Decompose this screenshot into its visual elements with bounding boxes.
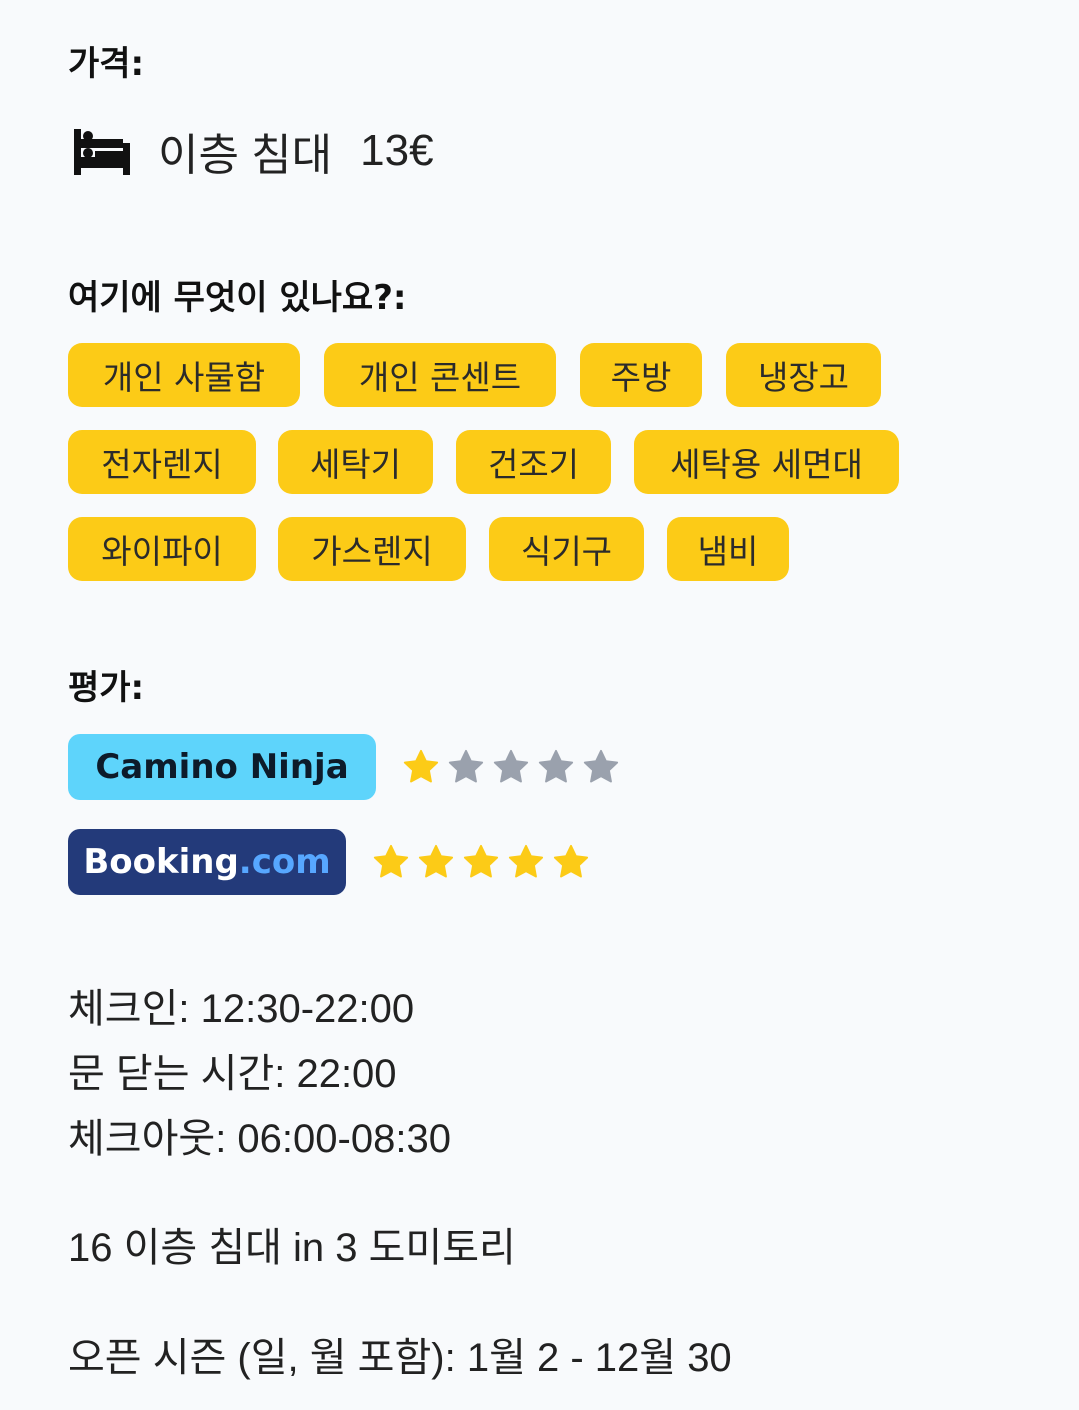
camino-ninja-badge[interactable]: Camino Ninja xyxy=(68,734,376,800)
booking-stars xyxy=(372,843,597,881)
amenity-tag: 세탁용 세면대 xyxy=(634,430,899,494)
amenity-tag: 개인 사물함 xyxy=(68,343,300,407)
star-filled-icon xyxy=(418,844,454,878)
star-filled-icon xyxy=(403,749,439,783)
amenities-row: 개인 사물함 개인 콘센트 주방 냉장고 xyxy=(68,343,1028,407)
amenity-tag: 주방 xyxy=(580,343,702,407)
open-season-info: 오픈 시즌 (일, 월 포함): 1월 2 - 12월 30 xyxy=(68,1336,732,1380)
bunk-bed-icon xyxy=(74,129,130,175)
capacity-info: 16 이층 침대 in 3 도미토리 xyxy=(68,1226,516,1270)
amenity-tag: 냄비 xyxy=(667,517,789,581)
checkout-time: 체크아웃: 06:00-08:30 xyxy=(68,1117,451,1161)
ratings-heading: 평가: xyxy=(68,668,145,708)
amenity-tag: 개인 콘센트 xyxy=(324,343,556,407)
amenity-tag: 와이파이 xyxy=(68,517,256,581)
amenities-row: 와이파이 가스렌지 식기구 냄비 xyxy=(68,517,1028,581)
amenity-tag: 전자렌지 xyxy=(68,430,256,494)
price-row: 이층 침대 13€ xyxy=(74,120,434,182)
star-empty-icon xyxy=(583,749,619,783)
camino-ninja-label: Camino Ninja xyxy=(95,747,349,787)
amenity-tag: 건조기 xyxy=(456,430,611,494)
booking-label-suffix: .com xyxy=(238,842,331,882)
star-empty-icon xyxy=(448,749,484,783)
amenity-tag: 냉장고 xyxy=(726,343,881,407)
amenities-row: 전자렌지 세탁기 건조기 세탁용 세면대 xyxy=(68,430,1028,494)
bed-type-label: 이층 침대 xyxy=(158,131,333,180)
star-filled-icon xyxy=(463,844,499,878)
amenities-tag-list: 개인 사물함 개인 콘센트 주방 냉장고 전자렌지 세탁기 건조기 세탁용 세면… xyxy=(68,343,1028,604)
star-empty-icon xyxy=(538,749,574,783)
amenity-tag: 세탁기 xyxy=(278,430,433,494)
amenity-tag: 가스렌지 xyxy=(278,517,466,581)
booking-rating: Booking .com xyxy=(68,829,597,895)
star-filled-icon xyxy=(508,844,544,878)
star-filled-icon xyxy=(553,844,589,878)
booking-badge[interactable]: Booking .com xyxy=(68,829,346,895)
star-filled-icon xyxy=(373,844,409,878)
camino-ninja-stars xyxy=(402,748,627,786)
booking-label: Booking xyxy=(83,842,239,882)
camino-ninja-rating: Camino Ninja xyxy=(68,734,627,800)
bed-price: 13€ xyxy=(360,126,434,175)
checkin-time: 체크인: 12:30-22:00 xyxy=(68,987,415,1031)
price-heading: 가격: xyxy=(68,44,145,84)
amenities-heading: 여기에 무엇이 있나요?: xyxy=(68,278,407,318)
amenity-tag: 식기구 xyxy=(489,517,644,581)
star-empty-icon xyxy=(493,749,529,783)
door-close-time: 문 닫는 시간: 22:00 xyxy=(68,1052,397,1096)
